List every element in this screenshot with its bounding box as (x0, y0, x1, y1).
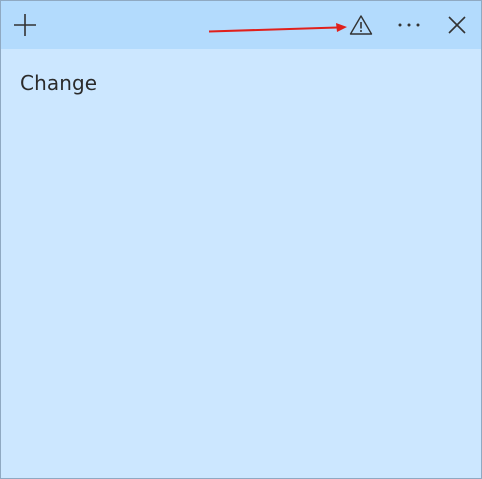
note-text[interactable]: Change (20, 71, 462, 95)
close-icon (448, 16, 466, 34)
more-options-button[interactable] (385, 1, 433, 49)
close-note-button[interactable] (433, 1, 481, 49)
sticky-note-window: Change (0, 0, 482, 479)
more-options-icon (398, 23, 420, 27)
plus-icon (14, 14, 36, 36)
warning-icon (349, 15, 373, 35)
sync-warning-button[interactable] (337, 1, 385, 49)
new-note-button[interactable] (1, 1, 49, 49)
note-titlebar (1, 1, 481, 49)
